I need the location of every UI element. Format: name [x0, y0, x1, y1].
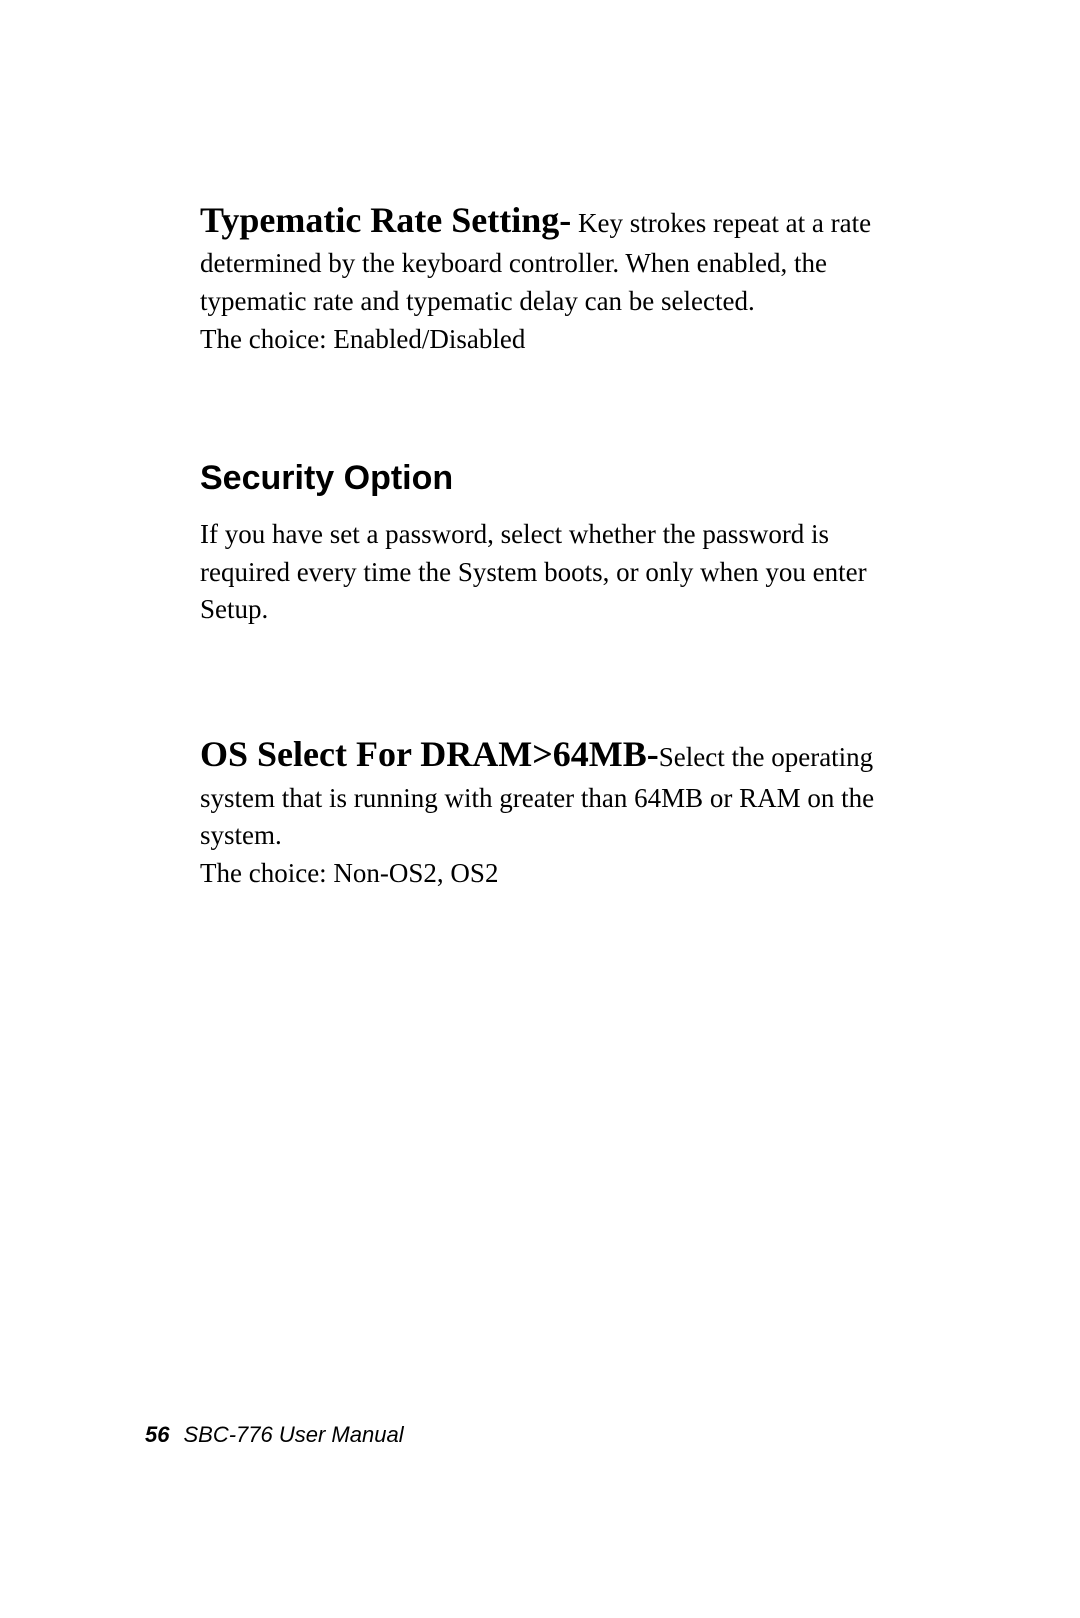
security-body: If you have set a password, select wheth… — [200, 516, 895, 629]
section-security-option: Security Option If you have set a passwo… — [200, 459, 895, 629]
os-select-heading: OS Select For DRAM>64MB- — [200, 734, 659, 774]
document-page: Typematic Rate Setting- Key strokes repe… — [0, 0, 1080, 1618]
security-heading: Security Option — [200, 459, 895, 498]
os-select-choice: The choice: Non-OS2, OS2 — [200, 855, 895, 893]
section-os-select: OS Select For DRAM>64MB-Select the opera… — [200, 729, 895, 893]
typematic-heading: Typematic Rate Setting- — [200, 200, 571, 240]
page-number: 56 — [145, 1422, 169, 1447]
doc-title: SBC-776 User Manual — [183, 1422, 403, 1447]
page-footer: 56 SBC-776 User Manual — [145, 1422, 404, 1448]
os-select-paragraph: OS Select For DRAM>64MB-Select the opera… — [200, 729, 895, 855]
typematic-choice: The choice: Enabled/Disabled — [200, 321, 895, 359]
typematic-paragraph: Typematic Rate Setting- Key strokes repe… — [200, 195, 895, 321]
section-typematic-rate: Typematic Rate Setting- Key strokes repe… — [200, 195, 895, 359]
